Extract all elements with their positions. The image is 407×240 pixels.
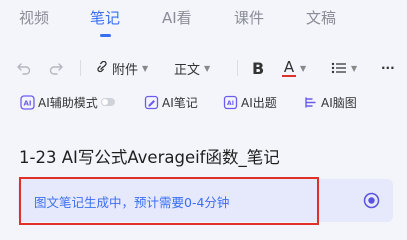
text-style-select[interactable]: 正文 ▼ <box>174 54 210 82</box>
svg-text:AI: AI <box>227 100 234 107</box>
bold-button[interactable]: B <box>252 54 264 82</box>
chevron-down-icon: ▼ <box>142 63 149 73</box>
ai-mindmap-label: AI脑图 <box>321 95 357 110</box>
link-icon <box>95 61 109 75</box>
font-color-button[interactable]: A ▼ <box>282 54 306 82</box>
ai-assist-label: AI辅助模式 <box>38 95 98 110</box>
tab-courseware[interactable]: 课件 <box>234 7 264 28</box>
generation-status-text: 图文笔记生成中，预计需要0-4分钟 <box>34 195 230 210</box>
font-color-label: A <box>283 57 295 76</box>
tab-bar: 视频 笔记 AI看 课件 文稿 <box>0 0 407 44</box>
font-color-swatch <box>282 74 296 77</box>
toggle-switch[interactable] <box>100 98 115 106</box>
ai-note-label: AI笔记 <box>162 95 198 110</box>
list-button[interactable]: ▼ <box>331 54 357 82</box>
ai-quiz-icon: AI <box>223 95 238 110</box>
more-button[interactable]: ··· <box>381 54 395 82</box>
tab-ai-watch[interactable]: AI看 <box>162 7 192 28</box>
ai-note-button[interactable]: AI笔记 <box>144 90 198 114</box>
tab-notes[interactable]: 笔记 <box>90 7 120 28</box>
ai-quiz-label: AI出题 <box>241 95 277 110</box>
ai-assist-mode-toggle[interactable]: AI AI辅助模式 <box>20 90 115 114</box>
editor-toolbar: 附件 ▼ 正文 ▼ B A ▼ ▼ ··· <box>0 54 407 82</box>
generation-status-banner: 图文笔记生成中，预计需要0-4分钟 <box>18 179 393 222</box>
tab-video[interactable]: 视频 <box>19 7 49 28</box>
svg-text:AI: AI <box>23 99 31 107</box>
mindmap-icon <box>303 95 318 110</box>
ai-quiz-button[interactable]: AI AI出题 <box>223 90 277 114</box>
bullet-list-icon <box>331 61 347 75</box>
ai-mindmap-button[interactable]: AI脑图 <box>303 90 357 114</box>
ai-tools-bar: AI AI辅助模式 AI笔记 AI AI出题 AI脑图 <box>0 90 407 114</box>
tab-manuscript[interactable]: 文稿 <box>306 7 336 28</box>
attachment-label: 附件 <box>112 62 139 78</box>
text-style-label: 正文 <box>174 62 201 78</box>
active-tab-indicator <box>100 34 111 37</box>
attachment-button[interactable]: 附件 ▼ <box>95 54 148 82</box>
redo-icon[interactable] <box>48 54 64 82</box>
stop-record-icon[interactable] <box>363 192 380 209</box>
chevron-down-icon: ▼ <box>300 63 307 73</box>
undo-icon[interactable] <box>16 54 32 82</box>
note-title[interactable]: 1-23 AI写公式Averageif函数_笔记 <box>19 144 280 168</box>
toolbar-divider <box>80 60 81 76</box>
ai-assist-icon: AI <box>20 94 35 110</box>
chevron-down-icon: ▼ <box>351 63 358 73</box>
chevron-down-icon: ▼ <box>204 63 211 73</box>
ai-note-icon <box>144 95 159 110</box>
toolbar-divider <box>237 60 238 76</box>
